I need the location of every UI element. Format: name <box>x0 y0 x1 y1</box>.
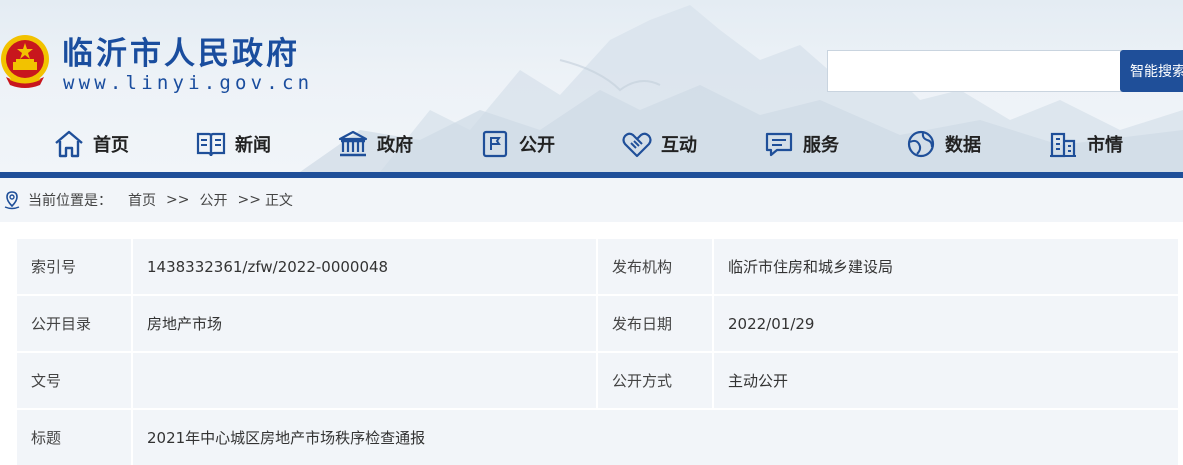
info-key: 索引号 <box>15 237 133 296</box>
location-pin-icon <box>4 191 20 210</box>
site-name: 临沂市人民政府 <box>62 36 300 72</box>
nav-item-home[interactable]: 首页 <box>53 122 129 166</box>
info-value: 主动公开 <box>712 351 1180 410</box>
nav-item-service[interactable]: 服务 <box>763 122 839 166</box>
nav-item-data[interactable]: 数据 <box>905 122 981 166</box>
info-key: 公开目录 <box>15 294 133 353</box>
nav-item-interaction[interactable]: 互动 <box>621 122 697 166</box>
nav-label: 新闻 <box>235 135 271 156</box>
breadcrumb-home[interactable]: 首页 <box>128 190 156 210</box>
info-key: 发布机构 <box>596 237 714 296</box>
info-value-title: 2021年中心城区房地产市场秩序检查通报 <box>131 408 1180 465</box>
document-info-table: 索引号 1438332361/zfw/2022-0000048 发布机构 临沂市… <box>15 237 1180 465</box>
table-row: 索引号 1438332361/zfw/2022-0000048 发布机构 临沂市… <box>15 237 1180 296</box>
search-input[interactable] <box>827 50 1121 92</box>
nav-label: 首页 <box>93 135 129 156</box>
smart-search-button[interactable]: 智能搜索 <box>1120 50 1183 92</box>
book-icon <box>196 132 226 157</box>
breadcrumb: 当前位置是： 首页 >> 公开 >> 正文 <box>0 178 1183 222</box>
home-icon <box>55 130 83 158</box>
nav-item-government[interactable]: 政府 <box>337 122 413 166</box>
breadcrumb-open[interactable]: 公开 <box>199 190 227 210</box>
flag-icon <box>482 130 508 158</box>
site-header: 临沂市人民政府 www.linyi.gov.cn 智能搜索 首页 新闻 政府 公… <box>0 0 1183 172</box>
info-key: 文号 <box>15 351 133 410</box>
globe-icon <box>907 130 935 158</box>
nav-item-news[interactable]: 新闻 <box>195 122 271 166</box>
handshake-icon <box>622 132 652 158</box>
building-icon <box>338 130 368 157</box>
info-key: 公开方式 <box>596 351 714 410</box>
table-row: 标题 2021年中心城区房地产市场秩序检查通报 <box>15 408 1180 465</box>
info-value: 临沂市住房和城乡建设局 <box>712 237 1180 296</box>
breadcrumb-current: 正文 <box>264 193 293 209</box>
nav-label: 数据 <box>945 135 981 156</box>
table-row: 文号 公开方式 主动公开 <box>15 351 1180 410</box>
table-row: 公开目录 房地产市场 发布日期 2022/01/29 <box>15 294 1180 353</box>
info-key: 发布日期 <box>596 294 714 353</box>
breadcrumb-separator: >> <box>237 192 261 208</box>
nav-item-city-info[interactable]: 市情 <box>1047 122 1123 166</box>
national-emblem-icon <box>1 35 49 88</box>
info-value: 房地产市场 <box>131 294 598 353</box>
info-value: 2022/01/29 <box>712 294 1180 353</box>
breadcrumb-separator: >> <box>166 192 190 208</box>
info-value <box>131 351 598 410</box>
breadcrumb-prefix: 当前位置是： <box>28 193 112 209</box>
main-nav: 首页 新闻 政府 公开 互动 服务 数据 市情 <box>0 122 1183 166</box>
chat-icon <box>765 132 793 157</box>
nav-item-open[interactable]: 公开 <box>479 122 555 166</box>
nav-label: 服务 <box>803 135 839 156</box>
info-value: 1438332361/zfw/2022-0000048 <box>131 237 598 296</box>
city-icon <box>1050 132 1076 158</box>
nav-label: 政府 <box>377 135 413 156</box>
nav-label: 市情 <box>1087 135 1123 156</box>
site-url: www.linyi.gov.cn <box>63 72 314 94</box>
nav-label: 互动 <box>661 135 697 156</box>
info-key: 标题 <box>15 408 133 465</box>
nav-label: 公开 <box>519 135 555 156</box>
